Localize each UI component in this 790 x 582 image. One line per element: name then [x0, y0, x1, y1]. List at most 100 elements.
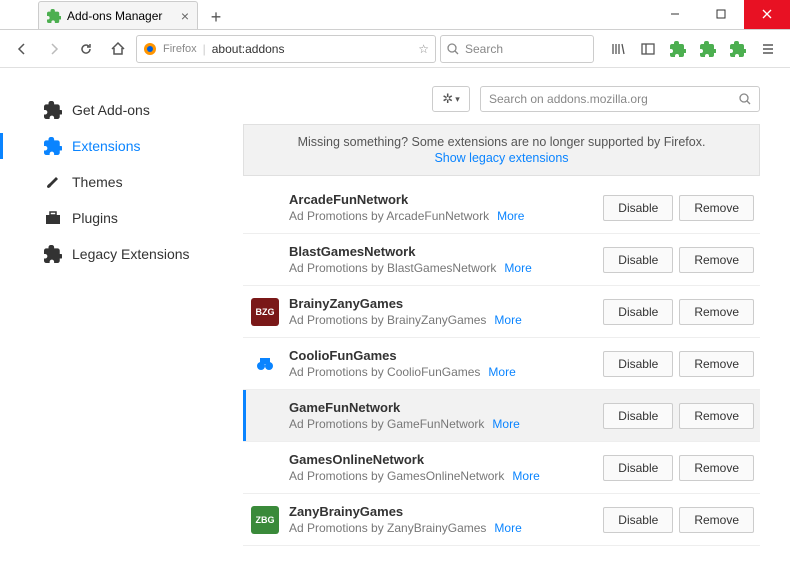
- extension-info: GamesOnlineNetworkAd Promotions by Games…: [289, 452, 593, 483]
- search-icon: [739, 93, 751, 105]
- sidebar-item-legacy[interactable]: Legacy Extensions: [40, 236, 225, 272]
- maximize-button[interactable]: [698, 0, 744, 29]
- extension-icon: BZG: [251, 298, 279, 326]
- content-area: Get Add-ons Extensions Themes Plugins Le…: [0, 68, 790, 582]
- extensions-list: ArcadeFunNetworkAd Promotions by ArcadeF…: [243, 182, 760, 546]
- show-legacy-link[interactable]: Show legacy extensions: [254, 151, 749, 165]
- browser-tab[interactable]: Add-ons Manager ×: [38, 1, 198, 29]
- paintbrush-icon: [44, 173, 62, 191]
- extension-info: CoolioFunGamesAd Promotions by CoolioFun…: [289, 348, 593, 379]
- briefcase-icon: [44, 209, 62, 227]
- sidebar-button[interactable]: [634, 35, 662, 63]
- extension-row[interactable]: GamesOnlineNetworkAd Promotions by Games…: [243, 442, 760, 494]
- sidebar-item-extensions[interactable]: Extensions: [40, 128, 225, 164]
- sidebar-item-label: Plugins: [72, 210, 118, 226]
- remove-button[interactable]: Remove: [679, 195, 754, 221]
- disable-button[interactable]: Disable: [603, 247, 673, 273]
- back-button[interactable]: [8, 35, 36, 63]
- notice-text: Missing something? Some extensions are n…: [298, 135, 706, 149]
- sidebar-item-label: Themes: [72, 174, 123, 190]
- addon-icon-1[interactable]: [664, 35, 692, 63]
- reload-button[interactable]: [72, 35, 100, 63]
- gear-icon: ✲: [442, 91, 453, 107]
- addons-sidebar: Get Add-ons Extensions Themes Plugins Le…: [0, 68, 225, 582]
- disable-button[interactable]: Disable: [603, 507, 673, 533]
- new-tab-button[interactable]: +: [204, 5, 228, 29]
- minimize-button[interactable]: [652, 0, 698, 29]
- sidebar-item-themes[interactable]: Themes: [40, 164, 225, 200]
- extension-row[interactable]: BlastGamesNetworkAd Promotions by BlastG…: [243, 234, 760, 286]
- extension-actions: DisableRemove: [603, 351, 754, 377]
- window-controls: [652, 0, 790, 29]
- extension-name: ZanyBrainyGames: [289, 504, 593, 519]
- puzzle-icon: [44, 137, 62, 155]
- more-link[interactable]: More: [494, 313, 521, 327]
- remove-button[interactable]: Remove: [679, 403, 754, 429]
- disable-button[interactable]: Disable: [603, 299, 673, 325]
- extension-name: GamesOnlineNetwork: [289, 452, 593, 467]
- disable-button[interactable]: Disable: [603, 455, 673, 481]
- close-tab-icon[interactable]: ×: [181, 8, 189, 24]
- extension-info: BlastGamesNetworkAd Promotions by BlastG…: [289, 244, 593, 275]
- address-bar[interactable]: Firefox | about:addons ☆: [136, 35, 436, 63]
- extension-actions: DisableRemove: [603, 507, 754, 533]
- extension-name: GameFunNetwork: [289, 400, 593, 415]
- more-link[interactable]: More: [512, 469, 539, 483]
- extension-description: Ad Promotions by ZanyBrainyGamesMore: [289, 521, 593, 535]
- search-icon: [447, 43, 459, 55]
- chevron-down-icon: ▾: [455, 94, 460, 105]
- disable-button[interactable]: Disable: [603, 195, 673, 221]
- extension-row[interactable]: ZBGZanyBrainyGamesAd Promotions by ZanyB…: [243, 494, 760, 546]
- sidebar-item-get-addons[interactable]: Get Add-ons: [40, 92, 225, 128]
- remove-button[interactable]: Remove: [679, 247, 754, 273]
- extension-name: BlastGamesNetwork: [289, 244, 593, 259]
- puzzle-icon: [44, 245, 62, 263]
- more-link[interactable]: More: [488, 365, 515, 379]
- more-link[interactable]: More: [492, 417, 519, 431]
- remove-button[interactable]: Remove: [679, 299, 754, 325]
- separator: |: [203, 42, 206, 56]
- home-button[interactable]: [104, 35, 132, 63]
- sidebar-item-label: Legacy Extensions: [72, 246, 190, 262]
- remove-button[interactable]: Remove: [679, 507, 754, 533]
- nav-toolbar: Firefox | about:addons ☆ Search: [0, 30, 790, 68]
- extension-name: BrainyZanyGames: [289, 296, 593, 311]
- extension-row[interactable]: ArcadeFunNetworkAd Promotions by ArcadeF…: [243, 182, 760, 234]
- more-link[interactable]: More: [497, 209, 524, 223]
- extension-row[interactable]: BZG BrainyZanyGames Ad Promotions by Brain…: [243, 286, 760, 338]
- more-link[interactable]: More: [494, 521, 521, 535]
- sidebar-item-label: Get Add-ons: [72, 102, 150, 118]
- disable-button[interactable]: Disable: [603, 403, 673, 429]
- extension-info: GameFunNetworkAd Promotions by GameFunNe…: [289, 400, 593, 431]
- bookmark-star-icon[interactable]: ☆: [418, 42, 429, 56]
- forward-button[interactable]: [40, 35, 68, 63]
- search-placeholder: Search on addons.mozilla.org: [489, 92, 648, 106]
- close-window-button[interactable]: [744, 0, 790, 29]
- addon-icon-2[interactable]: [694, 35, 722, 63]
- disable-button[interactable]: Disable: [603, 351, 673, 377]
- browser-search-input[interactable]: Search: [440, 35, 594, 63]
- identity-label: Firefox: [163, 43, 197, 55]
- extension-row[interactable]: GameFunNetworkAd Promotions by GameFunNe…: [243, 390, 760, 442]
- library-button[interactable]: [604, 35, 632, 63]
- extension-actions: DisableRemove: [603, 403, 754, 429]
- extension-description: Ad Promotions by BrainyZanyGamesMore: [289, 313, 593, 327]
- remove-button[interactable]: Remove: [679, 455, 754, 481]
- extension-actions: DisableRemove: [603, 299, 754, 325]
- addon-icon-3[interactable]: [724, 35, 752, 63]
- addon-search-input[interactable]: Search on addons.mozilla.org: [480, 86, 760, 112]
- puzzle-gear-icon: [44, 101, 62, 119]
- extension-actions: DisableRemove: [603, 247, 754, 273]
- extension-row[interactable]: CoolioFunGamesAd Promotions by CoolioFun…: [243, 338, 760, 390]
- tab-title: Add-ons Manager: [67, 9, 162, 23]
- search-placeholder: Search: [465, 42, 503, 56]
- sidebar-item-label: Extensions: [72, 138, 140, 154]
- remove-button[interactable]: Remove: [679, 351, 754, 377]
- menu-button[interactable]: [754, 35, 782, 63]
- extension-icon: [251, 246, 279, 274]
- main-panel: ✲▾ Search on addons.mozilla.org Missing …: [225, 68, 790, 582]
- tools-gear-button[interactable]: ✲▾: [432, 86, 470, 112]
- extension-name: CoolioFunGames: [289, 348, 593, 363]
- sidebar-item-plugins[interactable]: Plugins: [40, 200, 225, 236]
- more-link[interactable]: More: [504, 261, 531, 275]
